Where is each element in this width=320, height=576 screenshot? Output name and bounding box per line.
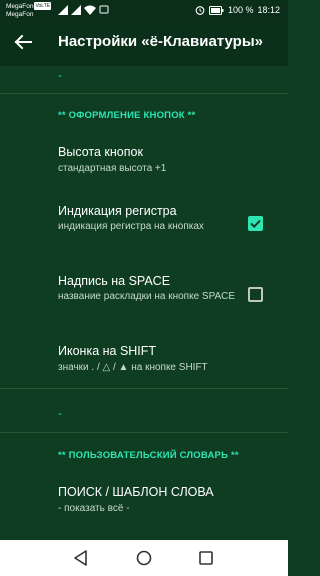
checkbox-checked-icon [250, 219, 261, 229]
status-bar: MegaFon VoLTE MegaFon 100 % 18:12 [0, 0, 288, 20]
pref-summary: индикация регистра на кнопках [58, 221, 204, 232]
middle-dash-item[interactable]: - [58, 408, 62, 420]
checkbox-case-indicator[interactable] [248, 216, 263, 231]
section-title-dictionary: ** ПОЛЬЗОВАТЕЛЬСКИЙ СЛОВАРЬ ** [58, 450, 239, 461]
pref-summary: стандартная высота +1 [58, 163, 167, 174]
top-dash-item[interactable]: - [58, 70, 62, 82]
pref-title: Иконка на SHIFT [58, 344, 157, 358]
carrier-1: MegaFon [6, 3, 34, 10]
page-title: Настройки «ё-Клавиатуры» [58, 33, 263, 50]
message-icon [99, 5, 109, 14]
divider [0, 93, 288, 94]
signal-icon [58, 5, 68, 15]
status-icons [58, 4, 109, 16]
pref-title: Индикация регистра [58, 204, 177, 218]
divider [0, 388, 288, 389]
nav-back-icon[interactable] [72, 549, 90, 567]
back-arrow-icon[interactable] [12, 31, 34, 53]
pref-summary: значки . / △ / ▲ на кнопке SHIFT [58, 362, 208, 373]
battery-icon [208, 5, 224, 15]
status-right: 100 % 18:12 [195, 3, 280, 17]
toolbar: Настройки «ё-Клавиатуры» [0, 20, 288, 66]
battery-percent: 100 % [227, 5, 254, 15]
signal-icon [71, 5, 81, 15]
pref-title: Надпись на SPACE [58, 274, 171, 288]
pref-title: ПОИСК / ШАБЛОН СЛОВА [58, 485, 214, 499]
volte-badge: VoLTE [34, 2, 52, 10]
pref-title: Высота кнопок [58, 145, 143, 159]
nav-home-icon[interactable] [135, 549, 153, 567]
navigation-bar [0, 540, 288, 576]
carrier-2: MegaFon [6, 11, 34, 18]
pref-summary: название раскладки на кнопке SPACE [58, 291, 236, 302]
checkbox-space-label[interactable] [248, 287, 263, 302]
nav-recents-icon[interactable] [197, 549, 215, 567]
pref-summary: - показать всё - [58, 503, 130, 514]
carrier-info: MegaFon VoLTE MegaFon [6, 2, 52, 19]
divider [0, 432, 288, 433]
settings-list: - ** ОФОРМЛЕНИЕ КНОПОК ** Высота кнопок … [0, 66, 288, 540]
alarm-icon [195, 6, 205, 15]
wifi-icon [84, 5, 96, 15]
clock: 18:12 [257, 5, 280, 15]
section-title-buttons: ** ОФОРМЛЕНИЕ КНОПОК ** [58, 110, 196, 121]
